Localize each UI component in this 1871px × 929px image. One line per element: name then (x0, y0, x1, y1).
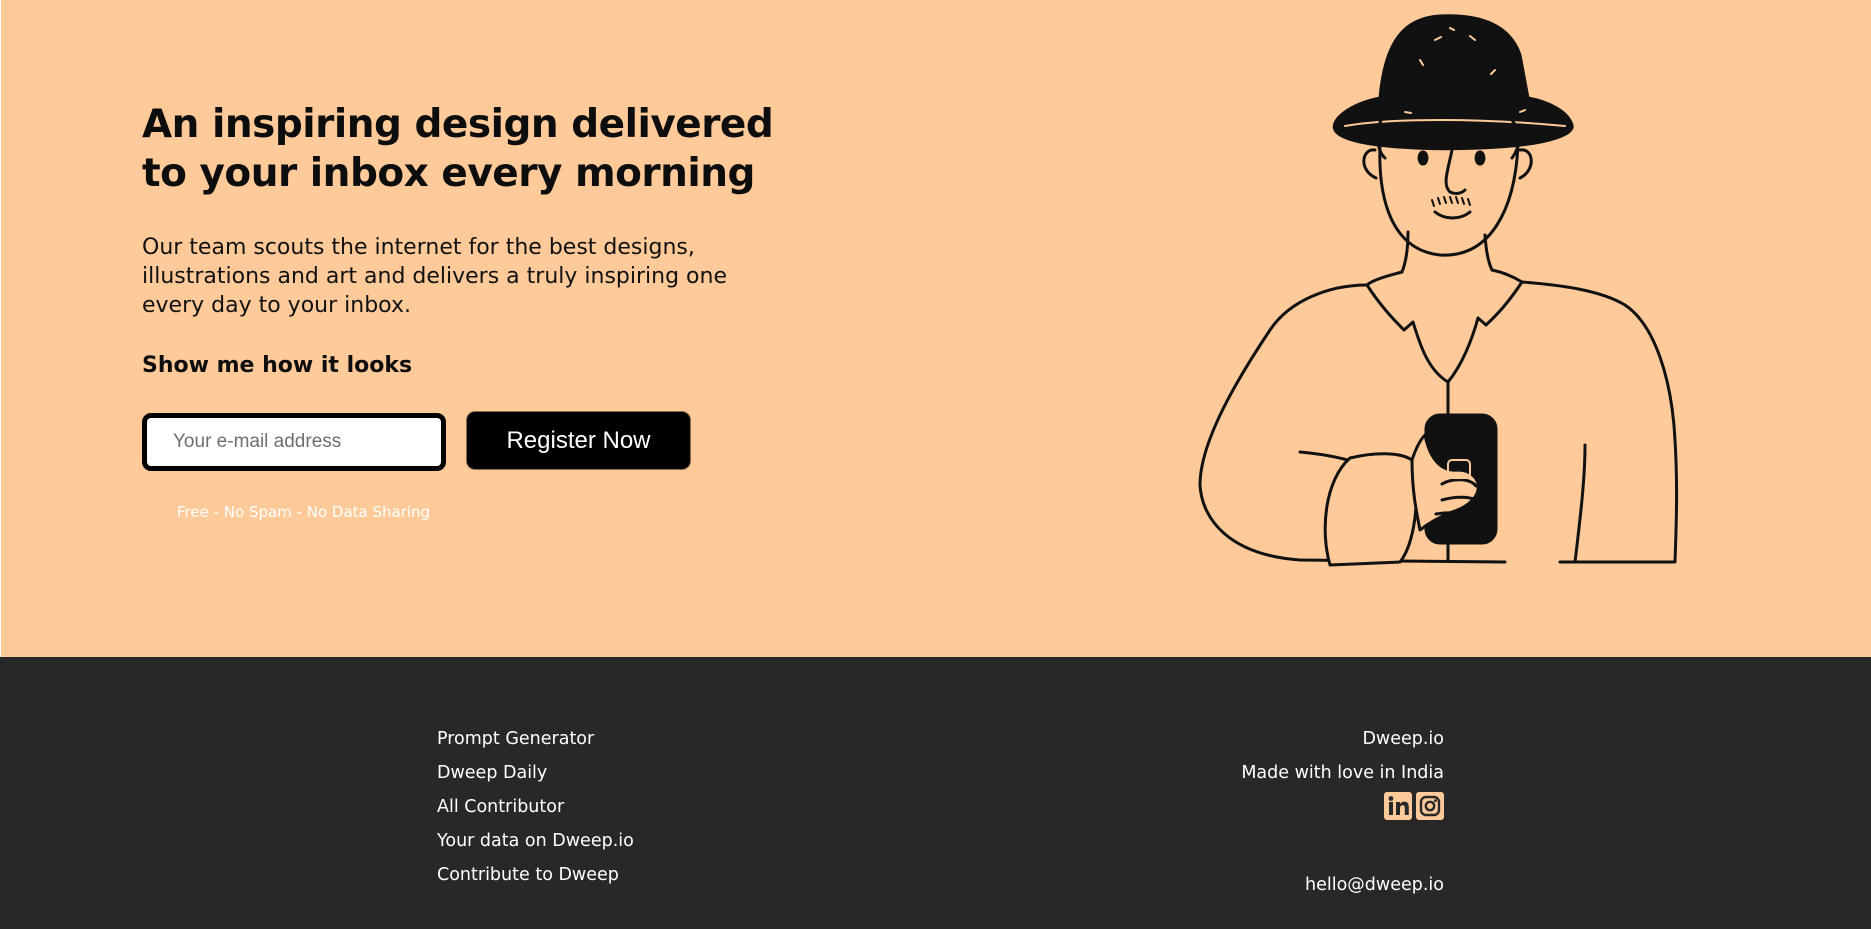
instagram-icon[interactable] (1416, 792, 1444, 820)
footer: Prompt Generator Dweep Daily All Contrib… (0, 657, 1871, 929)
footer-link-contribute[interactable]: Contribute to Dweep (437, 858, 634, 892)
hero-section: An inspiring design delivered to your in… (0, 0, 1871, 657)
linkedin-icon[interactable] (1384, 792, 1412, 820)
social-links (1241, 792, 1444, 820)
footer-tagline: Made with love in India (1241, 763, 1444, 783)
hero-headline: An inspiring design delivered to your in… (142, 102, 774, 196)
man-illustration (1198, 14, 1679, 567)
footer-links: Prompt Generator Dweep Daily All Contrib… (437, 722, 634, 892)
footer-info: Dweep.io Made with love in India hello@d… (1241, 722, 1444, 895)
footer-link-dweep-daily[interactable]: Dweep Daily (437, 756, 634, 790)
disclaimer-text: Free - No Spam - No Data Sharing (177, 503, 431, 521)
cta-heading: Show me how it looks (142, 353, 413, 378)
email-field[interactable] (142, 413, 446, 471)
register-button[interactable]: Register Now (467, 412, 690, 469)
footer-link-your-data[interactable]: Your data on Dweep.io (437, 824, 634, 858)
hero-description: Our team scouts the internet for the bes… (142, 235, 727, 318)
footer-link-prompt-generator[interactable]: Prompt Generator (437, 722, 634, 756)
footer-link-all-contributor[interactable]: All Contributor (437, 790, 634, 824)
footer-email[interactable]: hello@dweep.io (1305, 868, 1444, 902)
footer-brand[interactable]: Dweep.io (1241, 722, 1444, 756)
page-edge (0, 0, 1, 657)
